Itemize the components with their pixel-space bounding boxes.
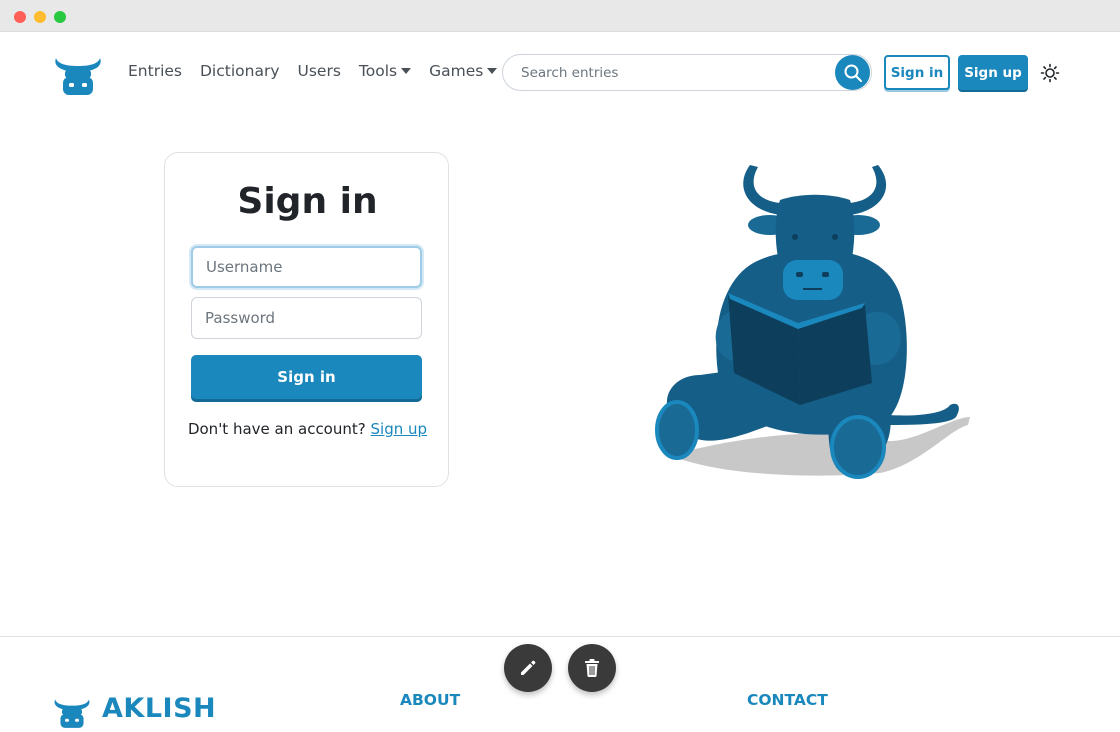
signin-card: Sign in Sign in Don't have an account? S… <box>164 152 449 487</box>
bull-reading-book-icon <box>655 165 970 479</box>
password-field[interactable] <box>191 297 422 339</box>
search-button[interactable] <box>835 55 870 90</box>
top-navbar: Entries Dictionary Users Tools Games Sig… <box>0 32 1120 112</box>
close-window-button[interactable] <box>14 11 26 23</box>
username-field[interactable] <box>191 246 422 288</box>
maximize-window-button[interactable] <box>54 11 66 23</box>
site-footer: AKLISH ABOUT CONTACT <box>0 636 1120 732</box>
signup-link[interactable]: Sign up <box>371 420 428 438</box>
nav-dropdown-tools-label: Tools <box>358 62 398 80</box>
caret-down-icon <box>401 68 412 74</box>
sun-icon[interactable] <box>1040 63 1060 83</box>
footer-brand: AKLISH <box>102 693 217 724</box>
footer-contact-heading: CONTACT <box>747 691 828 709</box>
nav-signup-button[interactable]: Sign up <box>958 55 1028 90</box>
bull-logo-icon[interactable] <box>52 50 104 96</box>
bull-logo-icon <box>54 699 90 728</box>
nav-links: Entries Dictionary Users Tools Games <box>128 62 515 80</box>
pencil-icon <box>521 660 536 675</box>
signup-prompt: Don't have an account? Sign up <box>165 420 450 438</box>
nav-link-users[interactable]: Users <box>298 62 341 80</box>
search-icon <box>844 64 862 82</box>
window-titlebar <box>0 0 1120 32</box>
nav-link-entries[interactable]: Entries <box>128 62 182 80</box>
nav-dropdown-games-label: Games <box>429 62 484 80</box>
signin-title: Sign in <box>237 181 378 222</box>
delete-fab-button[interactable] <box>568 644 616 692</box>
edit-fab-button[interactable] <box>504 644 552 692</box>
nav-link-dictionary[interactable]: Dictionary <box>200 62 280 80</box>
nav-dropdown-games[interactable]: Games <box>429 62 498 80</box>
no-account-text: Don't have an account? <box>187 420 366 438</box>
trash-icon <box>585 659 599 677</box>
nav-dropdown-tools[interactable]: Tools <box>358 62 412 80</box>
search-input[interactable] <box>521 55 821 90</box>
signin-submit-button[interactable]: Sign in <box>191 355 422 399</box>
caret-down-icon <box>487 68 498 74</box>
nav-signin-button[interactable]: Sign in <box>884 55 950 90</box>
footer-about-heading: ABOUT <box>400 691 461 709</box>
minimize-window-button[interactable] <box>34 11 46 23</box>
search-bar <box>502 54 872 91</box>
